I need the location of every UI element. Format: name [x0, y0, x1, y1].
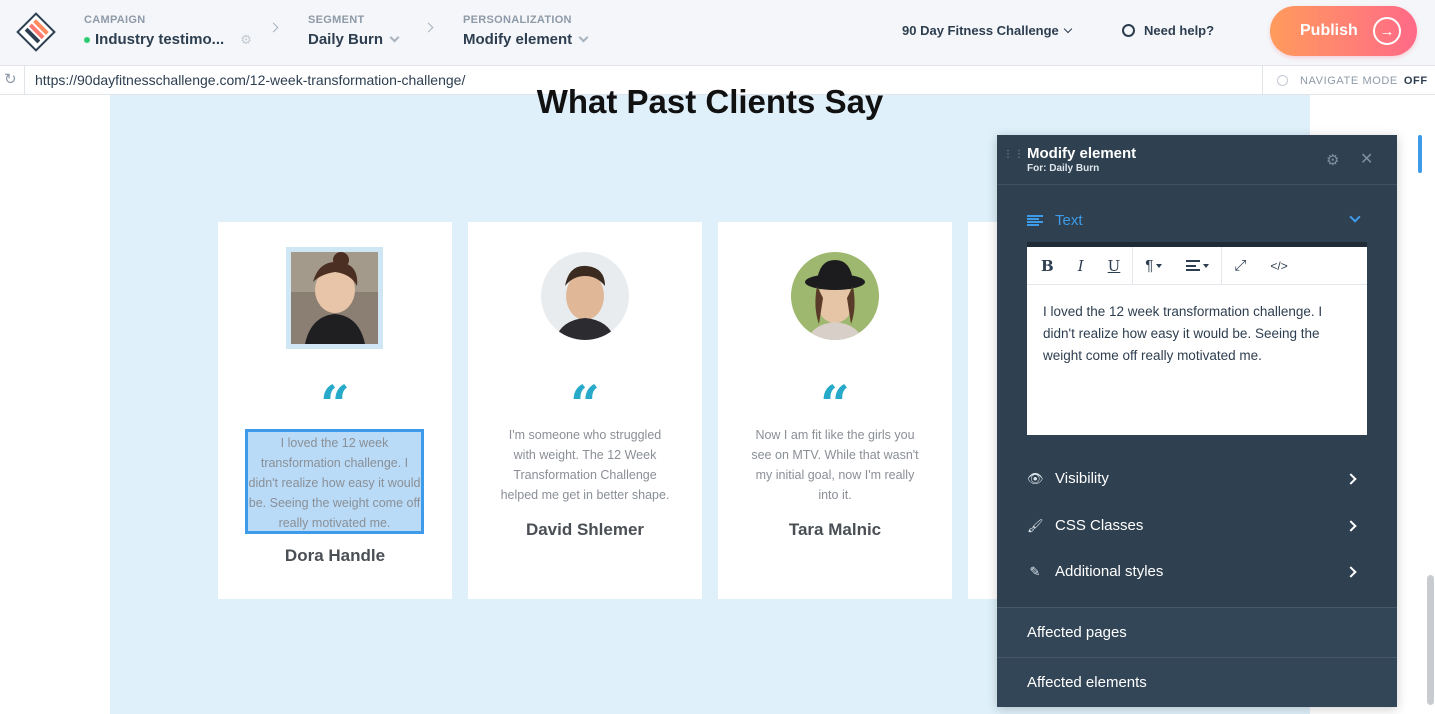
- close-icon[interactable]: ✕: [1360, 149, 1373, 169]
- arrow-right-icon: →: [1373, 17, 1401, 45]
- code-view-button[interactable]: </>: [1270, 259, 1287, 273]
- breadcrumb-segment[interactable]: SEGMENT Daily Burn: [308, 14, 400, 48]
- avatar[interactable]: [541, 252, 629, 340]
- chevron-right-icon: [268, 22, 279, 33]
- status-dot-icon: [84, 36, 90, 43]
- client-name[interactable]: Tara Malnic: [718, 520, 952, 540]
- chevron-down-icon: [389, 32, 400, 43]
- client-name[interactable]: David Shlemer: [468, 520, 702, 540]
- gear-icon[interactable]: ⚙: [1326, 151, 1339, 169]
- testimonial-text-selected[interactable]: I loved the 12 week transformation chall…: [245, 429, 424, 534]
- client-name[interactable]: Dora Handle: [218, 546, 452, 566]
- text-section-toggle[interactable]: Text: [1027, 212, 1083, 229]
- reload-icon[interactable]: ↻: [4, 72, 19, 87]
- css-classes-label: CSS Classes: [1055, 517, 1144, 534]
- visibility-label: Visibility: [1055, 470, 1109, 487]
- editor-content[interactable]: I loved the 12 week transformation chall…: [1027, 285, 1367, 383]
- avatar[interactable]: [286, 247, 383, 349]
- segment-label: SEGMENT: [308, 14, 365, 26]
- text-section-label: Text: [1055, 212, 1083, 229]
- text-align-icon: [1027, 214, 1043, 227]
- breadcrumb-personalization[interactable]: PERSONALIZATION Modify element: [463, 14, 589, 48]
- chevron-down-icon: [1063, 24, 1073, 33]
- paragraph-icon: ¶: [1145, 257, 1154, 274]
- align-button[interactable]: [1186, 260, 1210, 271]
- rich-text-editor[interactable]: B I U ¶ ⤢ </> I loved the 12 week transf…: [1027, 242, 1367, 435]
- scrollbar-thumb[interactable]: [1427, 575, 1434, 705]
- chevron-right-icon: [1345, 519, 1357, 532]
- bold-button[interactable]: B: [1041, 257, 1054, 275]
- toolbar-divider: [1221, 246, 1223, 285]
- additional-styles-row[interactable]: ✎ Additional styles: [1027, 563, 1367, 580]
- caret-down-icon: [1203, 263, 1210, 268]
- testimonial-text[interactable]: Now I am fit like the girls you see on M…: [746, 425, 924, 505]
- segment-name: Daily Burn: [308, 31, 384, 48]
- modify-element-panel: ⋮⋮ Modify element For: Daily Burn ⚙ ✕ Te…: [997, 135, 1397, 707]
- css-classes-row[interactable]: 🖌 CSS Classes: [1027, 517, 1367, 534]
- navigate-mode-state: OFF: [1403, 74, 1428, 87]
- site-selector-label: 90 Day Fitness Challenge: [902, 23, 1059, 38]
- additional-styles-label: Additional styles: [1055, 563, 1164, 580]
- publish-button[interactable]: Publish →: [1270, 6, 1417, 56]
- help-link[interactable]: Need help?: [1122, 23, 1214, 38]
- breadcrumb-campaign[interactable]: CAMPAIGN Industry testimo... ⚙: [84, 14, 252, 48]
- affected-elements-label: Affected elements: [1027, 674, 1147, 691]
- personalization-name: Modify element: [463, 31, 573, 48]
- testimonial-card[interactable]: “ I loved the 12 week transformation cha…: [218, 222, 452, 599]
- fullscreen-button[interactable]: ⤢: [1234, 257, 1246, 274]
- testimonial-card[interactable]: “ I'm someone who struggled with weight.…: [468, 222, 702, 599]
- affected-pages-label: Affected pages: [1027, 624, 1127, 641]
- visibility-row[interactable]: 👁 Visibility: [1027, 470, 1367, 487]
- panel-header: ⋮⋮ Modify element For: Daily Burn ⚙ ✕: [997, 135, 1397, 185]
- navigate-mode-label: NAVIGATE MODE: [1300, 74, 1398, 87]
- chevron-right-icon: [1345, 472, 1357, 485]
- paragraph-format-button[interactable]: ¶: [1145, 257, 1163, 274]
- top-bar: CAMPAIGN Industry testimo... ⚙ SEGMENT D…: [0, 0, 1435, 66]
- eye-icon: 👁: [1027, 470, 1044, 486]
- client-photo-icon: [791, 252, 879, 340]
- avatar[interactable]: [791, 252, 879, 340]
- chevron-down-icon[interactable]: [1349, 211, 1361, 223]
- underline-button[interactable]: U: [1108, 257, 1121, 275]
- lifebuoy-icon: [1122, 24, 1135, 37]
- brush-icon: 🖌: [1027, 517, 1044, 533]
- align-left-icon: [1186, 260, 1201, 271]
- testimonial-text[interactable]: I'm someone who struggled with weight. T…: [496, 425, 674, 505]
- affected-pages-row[interactable]: Affected pages: [997, 607, 1397, 657]
- testimonial-card[interactable]: “ Now I am fit like the girls you see on…: [718, 222, 952, 599]
- help-label: Need help?: [1144, 23, 1215, 38]
- panel-title: Modify element: [1027, 145, 1137, 162]
- chevron-right-icon: [423, 22, 434, 33]
- quote-icon: “: [320, 375, 350, 436]
- section-heading[interactable]: What Past Clients Say: [110, 83, 1310, 121]
- divider: [24, 66, 25, 95]
- personalization-label: PERSONALIZATION: [463, 14, 572, 26]
- app-logo-icon[interactable]: [16, 12, 56, 52]
- chevron-right-icon: [1345, 565, 1357, 578]
- panel-edge-marker: [1418, 135, 1422, 173]
- site-selector[interactable]: 90 Day Fitness Challenge: [902, 23, 1073, 38]
- editor-toolbar: B I U ¶ ⤢ </>: [1027, 246, 1367, 285]
- campaign-name: Industry testimo...: [95, 31, 225, 48]
- publish-label: Publish: [1300, 22, 1358, 39]
- client-photo-icon: [291, 252, 378, 344]
- caret-down-icon: [1156, 263, 1163, 268]
- campaign-label: CAMPAIGN: [84, 14, 146, 26]
- pencil-icon: ✎: [1029, 563, 1041, 579]
- client-photo-icon: [541, 252, 629, 340]
- gear-icon[interactable]: ⚙: [240, 32, 252, 48]
- toolbar-divider: [1132, 246, 1134, 285]
- italic-button[interactable]: I: [1078, 257, 1084, 275]
- chevron-down-icon: [578, 32, 589, 43]
- drag-handle-icon[interactable]: ⋮⋮: [1003, 150, 1024, 165]
- expand-icon: ⤢: [1234, 257, 1247, 274]
- panel-subtitle: For: Daily Burn: [1027, 163, 1100, 174]
- affected-elements-row[interactable]: Affected elements: [997, 657, 1397, 707]
